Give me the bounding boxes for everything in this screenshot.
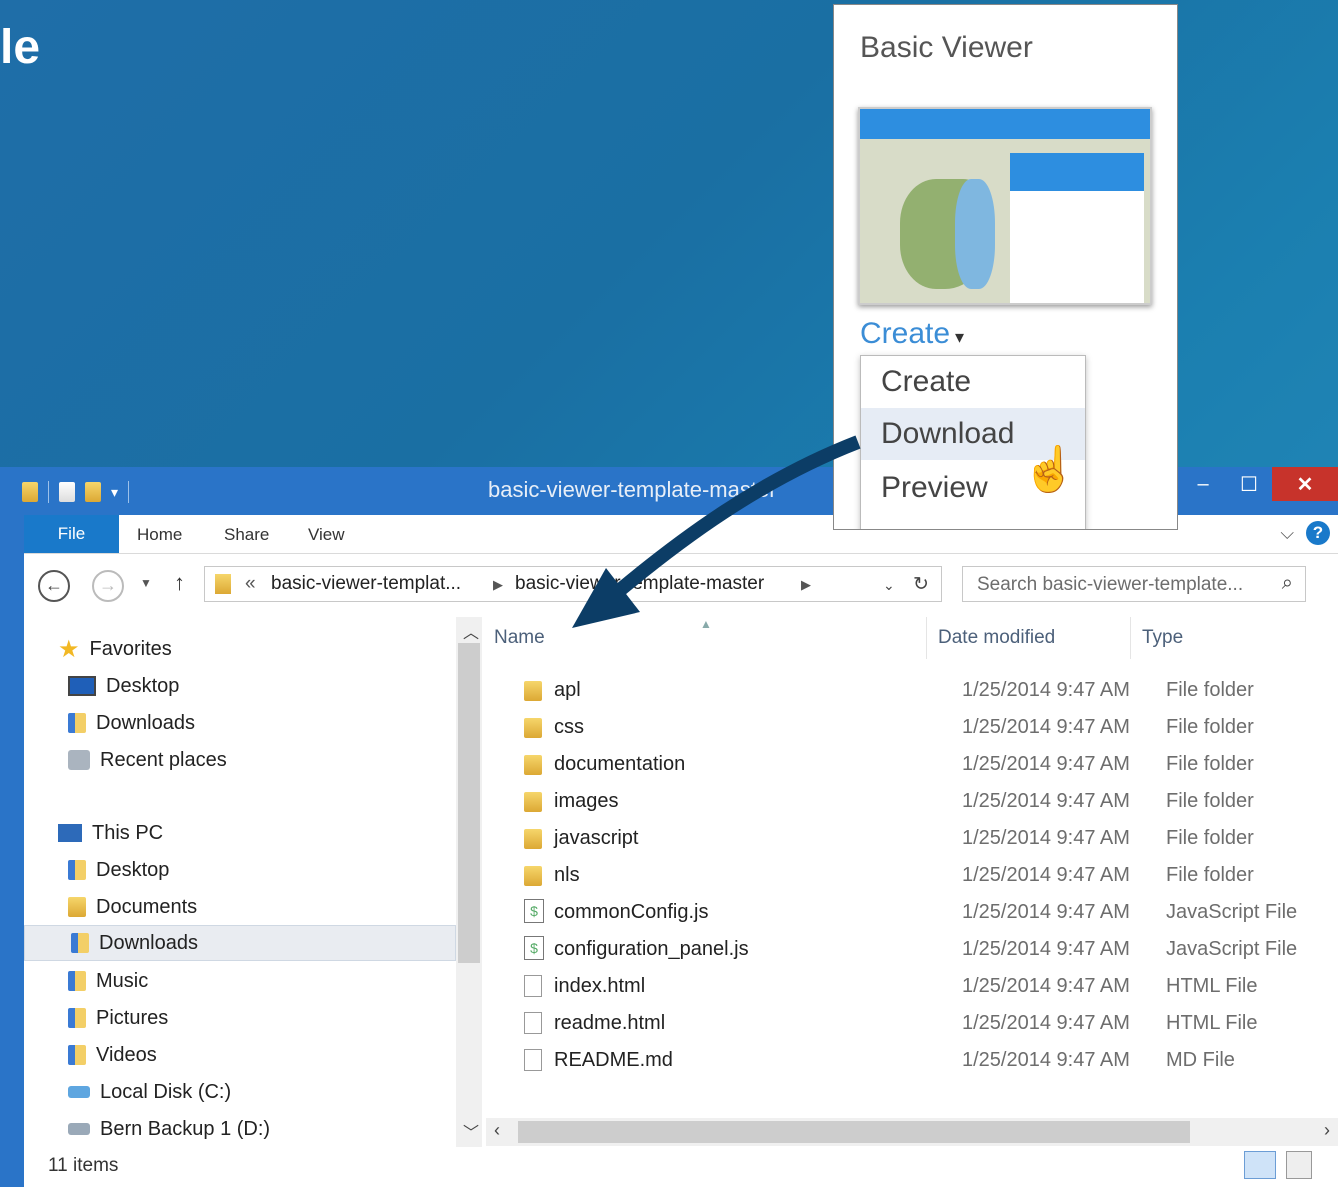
callout-arrow: [572, 435, 861, 628]
